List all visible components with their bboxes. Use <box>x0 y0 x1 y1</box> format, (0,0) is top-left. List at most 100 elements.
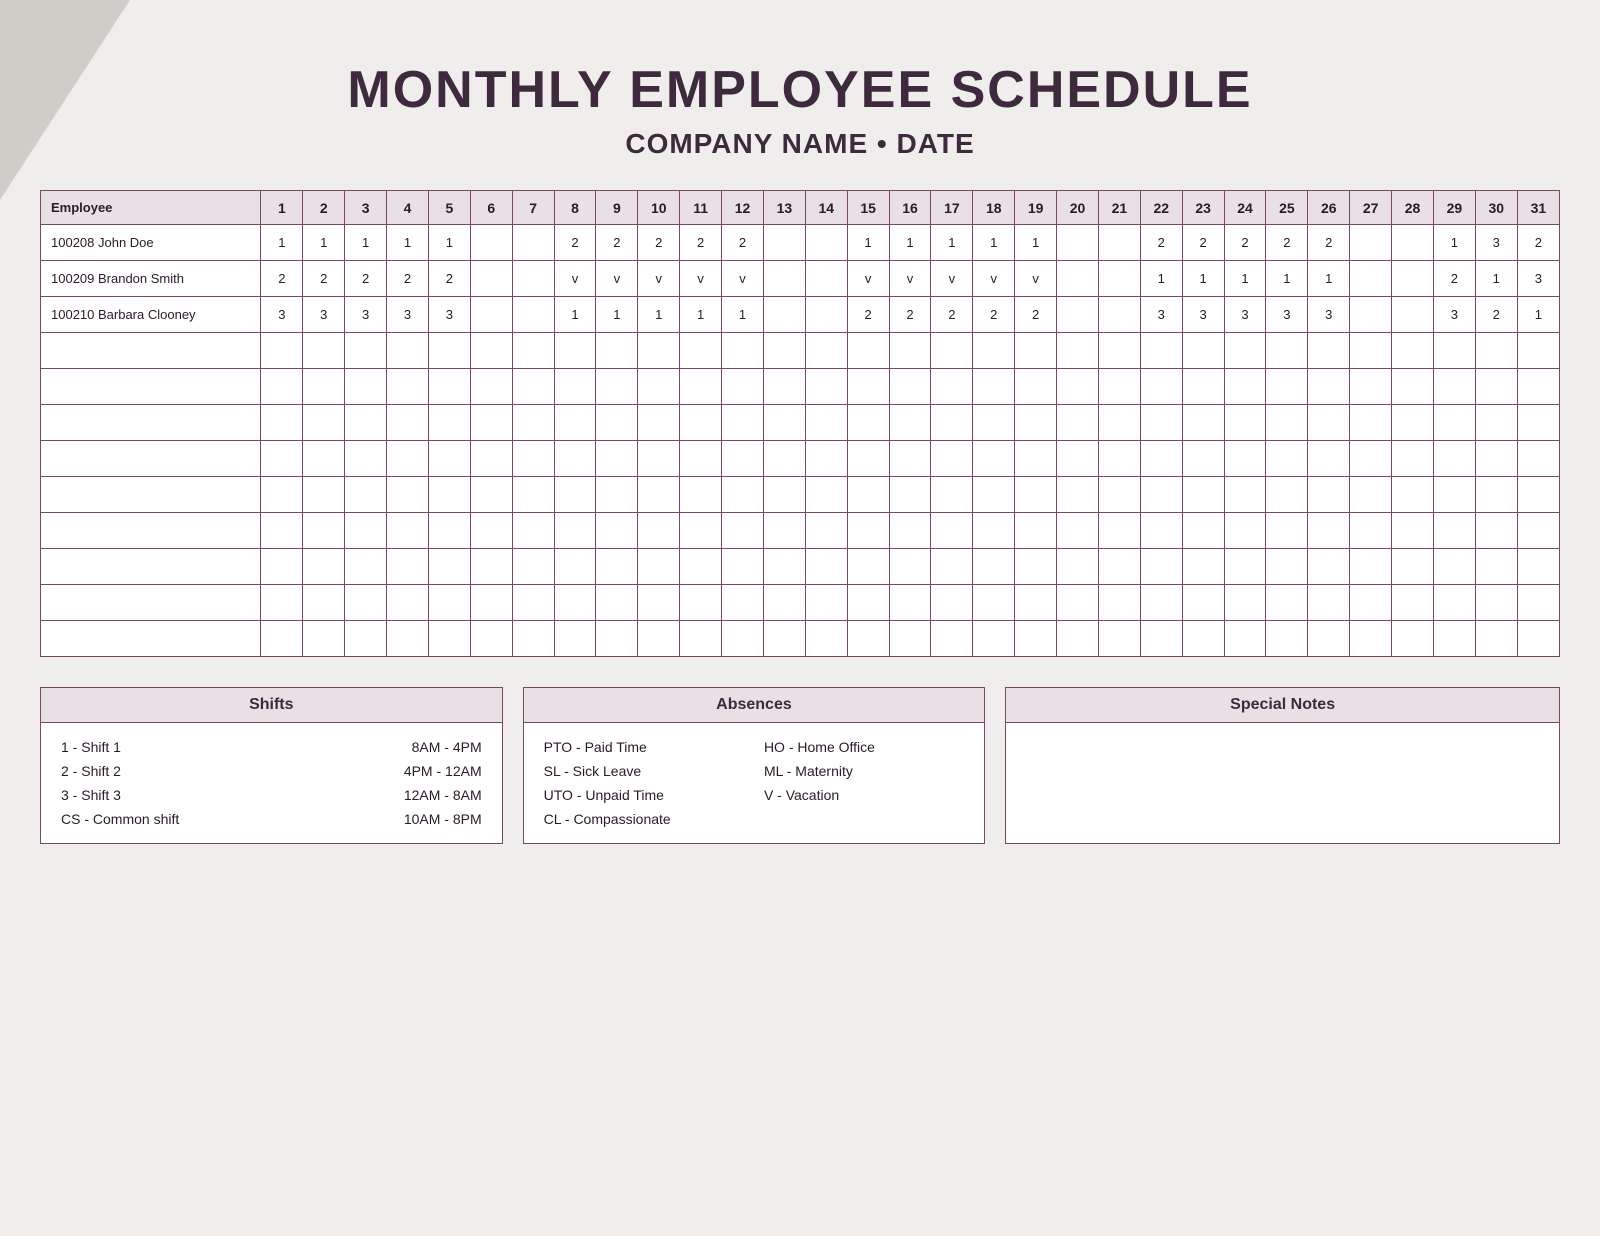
cell-5-13 <box>805 405 847 441</box>
cell-2-8: 1 <box>596 297 638 333</box>
employee-name-6 <box>41 441 261 477</box>
cell-6-26 <box>1350 441 1392 477</box>
cell-7-7 <box>554 477 596 513</box>
cell-8-13 <box>805 513 847 549</box>
cell-0-20 <box>1098 225 1140 261</box>
day-header-9: 9 <box>596 191 638 225</box>
cell-8-3 <box>387 513 429 549</box>
cell-1-9: v <box>638 261 680 297</box>
cell-3-4 <box>428 333 470 369</box>
cell-3-18 <box>1015 333 1057 369</box>
cell-11-4 <box>428 621 470 657</box>
cell-2-20 <box>1098 297 1140 333</box>
shift-label-1: 2 - Shift 2 <box>61 763 121 779</box>
day-header-18: 18 <box>973 191 1015 225</box>
cell-7-17 <box>973 477 1015 513</box>
cell-2-24: 3 <box>1266 297 1308 333</box>
table-row <box>41 441 1560 477</box>
employee-name-10 <box>41 585 261 621</box>
cell-11-2 <box>345 621 387 657</box>
table-row <box>41 621 1560 657</box>
cell-8-30 <box>1517 513 1559 549</box>
cell-10-18 <box>1015 585 1057 621</box>
cell-7-18 <box>1015 477 1057 513</box>
cell-1-26 <box>1350 261 1392 297</box>
cell-11-9 <box>638 621 680 657</box>
day-header-25: 25 <box>1266 191 1308 225</box>
cell-6-16 <box>931 441 973 477</box>
cell-3-11 <box>722 333 764 369</box>
cell-0-30: 2 <box>1517 225 1559 261</box>
cell-7-21 <box>1140 477 1182 513</box>
cell-1-13 <box>805 261 847 297</box>
day-header-13: 13 <box>763 191 805 225</box>
cell-4-6 <box>512 369 554 405</box>
cell-0-13 <box>805 225 847 261</box>
cell-9-6 <box>512 549 554 585</box>
cell-5-1 <box>303 405 345 441</box>
absence-item-0: PTO - Paid Time <box>544 739 744 755</box>
cell-11-22 <box>1182 621 1224 657</box>
cell-0-19 <box>1057 225 1099 261</box>
cell-6-19 <box>1057 441 1099 477</box>
cell-3-9 <box>638 333 680 369</box>
cell-4-26 <box>1350 369 1392 405</box>
cell-3-1 <box>303 333 345 369</box>
cell-7-9 <box>638 477 680 513</box>
main-title: MONTHLY EMPLOYEE SCHEDULE <box>347 60 1252 120</box>
cell-8-27 <box>1392 513 1434 549</box>
cell-7-27 <box>1392 477 1434 513</box>
cell-9-21 <box>1140 549 1182 585</box>
cell-11-30 <box>1517 621 1559 657</box>
shift-row-2: 3 - Shift 312AM - 8AM <box>61 787 482 803</box>
cell-5-5 <box>470 405 512 441</box>
employee-name-4 <box>41 369 261 405</box>
cell-9-11 <box>722 549 764 585</box>
cell-10-28 <box>1433 585 1475 621</box>
cell-7-19 <box>1057 477 1099 513</box>
employee-name-8 <box>41 513 261 549</box>
cell-5-15 <box>889 405 931 441</box>
cell-7-29 <box>1475 477 1517 513</box>
employee-name-0: 100208 John Doe <box>41 225 261 261</box>
cell-4-12 <box>763 369 805 405</box>
cell-7-30 <box>1517 477 1559 513</box>
day-header-29: 29 <box>1433 191 1475 225</box>
cell-6-14 <box>847 441 889 477</box>
cell-1-5 <box>470 261 512 297</box>
cell-6-8 <box>596 441 638 477</box>
table-row <box>41 513 1560 549</box>
cell-10-10 <box>680 585 722 621</box>
day-header-24: 24 <box>1224 191 1266 225</box>
cell-11-16 <box>931 621 973 657</box>
cell-4-27 <box>1392 369 1434 405</box>
cell-4-17 <box>973 369 1015 405</box>
cell-3-20 <box>1098 333 1140 369</box>
cell-2-0: 3 <box>261 297 303 333</box>
day-header-5: 5 <box>428 191 470 225</box>
cell-11-6 <box>512 621 554 657</box>
cell-5-0 <box>261 405 303 441</box>
day-header-26: 26 <box>1308 191 1350 225</box>
cell-3-25 <box>1308 333 1350 369</box>
cell-0-10: 2 <box>680 225 722 261</box>
cell-0-5 <box>470 225 512 261</box>
cell-2-6 <box>512 297 554 333</box>
cell-6-22 <box>1182 441 1224 477</box>
cell-11-0 <box>261 621 303 657</box>
cell-1-25: 1 <box>1308 261 1350 297</box>
cell-9-28 <box>1433 549 1475 585</box>
cell-11-3 <box>387 621 429 657</box>
cell-11-14 <box>847 621 889 657</box>
cell-3-13 <box>805 333 847 369</box>
cell-7-26 <box>1350 477 1392 513</box>
cell-2-10: 1 <box>680 297 722 333</box>
cell-7-3 <box>387 477 429 513</box>
cell-6-0 <box>261 441 303 477</box>
cell-8-14 <box>847 513 889 549</box>
employee-name-5 <box>41 405 261 441</box>
day-header-17: 17 <box>931 191 973 225</box>
cell-4-2 <box>345 369 387 405</box>
cell-2-13 <box>805 297 847 333</box>
day-header-3: 3 <box>345 191 387 225</box>
